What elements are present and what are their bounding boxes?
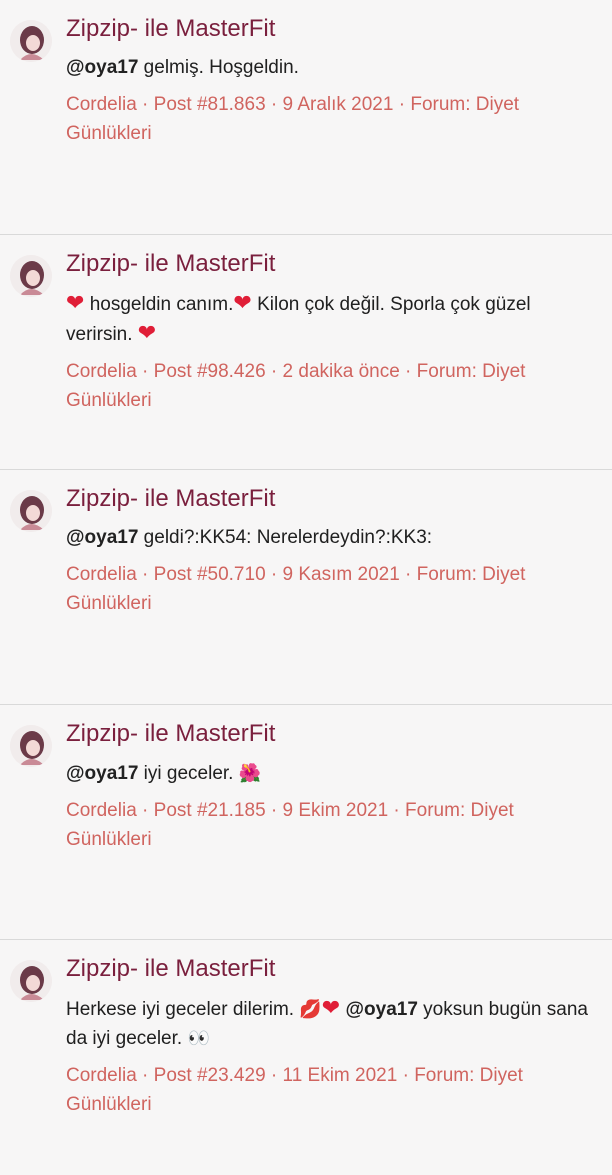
separator: ·: [397, 1065, 415, 1086]
post-date: 9 Aralık 2021: [282, 94, 394, 115]
snippet-text: iyi geceler.: [138, 763, 239, 784]
separator: ·: [399, 361, 417, 382]
avatar[interactable]: [10, 20, 52, 62]
author-link[interactable]: Cordelia: [66, 361, 137, 382]
snippet-text: Herkese iyi geceler dilerim.: [66, 999, 300, 1020]
post-date: 2 dakika önce: [282, 361, 400, 382]
post-number[interactable]: Post #50.710: [154, 564, 266, 585]
result-item: Zipzip- ile MasterFit Herkese iyi gecele…: [0, 940, 612, 1175]
snippet-text: geldi?:KK54: Nerelerdeydin?:KK3:: [138, 527, 433, 548]
flower-emoji-icon: 🌺: [238, 763, 262, 783]
result-item: Zipzip- ile MasterFit @oya17 iyi geceler…: [0, 705, 612, 940]
post-number[interactable]: Post #98.426: [154, 361, 266, 382]
separator: ·: [136, 564, 154, 585]
result-meta: Cordelia · Post #98.426 · 2 dakika önce …: [66, 357, 594, 415]
forum-link-cont[interactable]: Günlükleri: [66, 829, 152, 850]
post-number[interactable]: Post #23.429: [154, 1065, 266, 1086]
separator: ·: [136, 1065, 154, 1086]
separator: ·: [265, 1065, 283, 1086]
separator: ·: [265, 361, 283, 382]
forum-link[interactable]: Forum: Diyet: [405, 800, 514, 821]
search-results-list: Zipzip- ile MasterFit @oya17 gelmiş. Hoş…: [0, 0, 612, 1115]
heart-emoji-icon: ❤: [66, 290, 85, 315]
forum-link[interactable]: Forum: Diyet: [414, 1065, 523, 1086]
heart-emoji-icon: ❤: [233, 290, 252, 315]
avatar[interactable]: [10, 490, 52, 532]
separator: ·: [265, 800, 283, 821]
thread-title-link[interactable]: Zipzip- ile MasterFit: [66, 719, 594, 749]
user-mention[interactable]: @oya17: [66, 57, 138, 78]
avatar[interactable]: [10, 725, 52, 767]
avatar[interactable]: [10, 255, 52, 297]
post-snippet: @oya17 gelmiş. Hoşgeldin.: [66, 54, 594, 82]
heart-emoji-icon: ❤: [137, 320, 157, 345]
heart-emoji-icon: ❤: [321, 995, 341, 1020]
result-meta: Cordelia · Post #23.429 · 11 Ekim 2021 ·…: [66, 1061, 594, 1119]
thread-title-link[interactable]: Zipzip- ile MasterFit: [66, 484, 594, 514]
separator: ·: [136, 94, 154, 115]
eyes-emoji-icon: 👀: [187, 1028, 210, 1048]
forum-link[interactable]: Forum: Diyet: [417, 564, 526, 585]
thread-title-link[interactable]: Zipzip- ile MasterFit: [66, 249, 594, 279]
forum-link-cont[interactable]: Günlükleri: [66, 593, 152, 614]
result-item: Zipzip- ile MasterFit ❤ hosgeldin canım.…: [0, 235, 612, 470]
separator: ·: [388, 800, 406, 821]
result-item: Zipzip- ile MasterFit @oya17 geldi?:KK54…: [0, 470, 612, 705]
post-date: 9 Kasım 2021: [282, 564, 400, 585]
post-date: 11 Ekim 2021: [282, 1065, 398, 1086]
author-link[interactable]: Cordelia: [66, 1065, 137, 1086]
kiss-emoji-icon: 💋: [299, 999, 322, 1019]
thread-title-link[interactable]: Zipzip- ile MasterFit: [66, 954, 594, 984]
result-meta: Cordelia · Post #81.863 · 9 Aralık 2021 …: [66, 90, 594, 148]
post-date: 9 Ekim 2021: [282, 800, 389, 821]
post-snippet: @oya17 iyi geceler. 🌺: [66, 759, 594, 788]
post-number[interactable]: Post #81.863: [154, 94, 266, 115]
separator: ·: [136, 800, 154, 821]
forum-link[interactable]: Forum: Diyet: [410, 94, 519, 115]
forum-link-cont[interactable]: Günlükleri: [66, 390, 152, 411]
result-meta: Cordelia · Post #21.185 · 9 Ekim 2021 · …: [66, 796, 594, 854]
avatar[interactable]: [10, 960, 52, 1002]
user-mention[interactable]: @oya17: [346, 999, 418, 1020]
forum-link-cont[interactable]: Günlükleri: [66, 1094, 152, 1115]
post-number[interactable]: Post #21.185: [154, 800, 266, 821]
post-snippet: @oya17 geldi?:KK54: Nerelerdeydin?:KK3:: [66, 524, 594, 552]
result-meta: Cordelia · Post #50.710 · 9 Kasım 2021 ·…: [66, 560, 594, 618]
author-link[interactable]: Cordelia: [66, 94, 137, 115]
forum-link-cont[interactable]: Günlükleri: [66, 123, 152, 144]
separator: ·: [399, 564, 417, 585]
snippet-text: gelmiş. Hoşgeldin.: [138, 57, 299, 78]
separator: ·: [393, 94, 411, 115]
forum-link[interactable]: Forum: Diyet: [417, 361, 526, 382]
separator: ·: [265, 94, 283, 115]
separator: ·: [136, 361, 154, 382]
user-mention[interactable]: @oya17: [66, 527, 138, 548]
post-snippet: ❤ hosgeldin canım.❤ Kilon çok değil. Spo…: [66, 289, 594, 349]
separator: ·: [265, 564, 283, 585]
user-mention[interactable]: @oya17: [66, 763, 138, 784]
snippet-text: hosgeldin canım.: [89, 294, 234, 315]
author-link[interactable]: Cordelia: [66, 564, 137, 585]
thread-title-link[interactable]: Zipzip- ile MasterFit: [66, 14, 594, 44]
author-link[interactable]: Cordelia: [66, 800, 137, 821]
result-item: Zipzip- ile MasterFit @oya17 gelmiş. Hoş…: [0, 0, 612, 235]
